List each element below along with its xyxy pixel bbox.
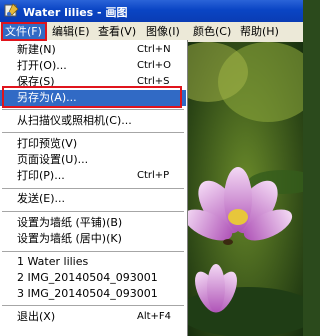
paint-app-icon[interactable]	[4, 3, 19, 18]
menu-item-open[interactable]: 打开(O)... Ctrl+O	[0, 58, 186, 74]
menu-item-from-scanner[interactable]: 从扫描仪或照相机(C)...	[0, 113, 186, 129]
menu-item-save-as[interactable]: 另存为(A)...	[0, 90, 186, 106]
menu-edit[interactable]: 编辑(E)	[48, 24, 94, 40]
menu-separator	[2, 251, 184, 252]
menu-item-recent-3[interactable]: 3 IMG_20140504_093001	[0, 286, 186, 302]
menu-item-exit[interactable]: 退出(X) Alt+F4	[0, 309, 186, 325]
menu-item-wallpaper-centered[interactable]: 设置为墙纸 (居中)(K)	[0, 231, 186, 247]
menu-separator	[2, 109, 184, 110]
file-menu-dropdown: 新建(N) Ctrl+N 打开(O)... Ctrl+O 保存(S) Ctrl+…	[0, 40, 188, 336]
menu-item-send[interactable]: 发送(E)...	[0, 191, 186, 207]
window-title: Water lilies - 画图	[23, 6, 128, 19]
menu-item-save[interactable]: 保存(S) Ctrl+S	[0, 74, 186, 90]
menu-separator	[2, 132, 184, 133]
menu-item-print-preview[interactable]: 打印预览(V)	[0, 136, 186, 152]
menu-item-print[interactable]: 打印(P)... Ctrl+P	[0, 168, 186, 184]
menu-separator	[2, 305, 184, 306]
menu-help[interactable]: 帮助(H)	[236, 24, 283, 40]
menu-item-page-setup[interactable]: 页面设置(U)...	[0, 152, 186, 168]
menu-item-recent-1[interactable]: 1 Water lilies	[0, 254, 186, 270]
menu-separator	[2, 188, 184, 189]
menu-item-new[interactable]: 新建(N) Ctrl+N	[0, 42, 186, 58]
water-lilies-image	[188, 42, 303, 336]
menu-item-wallpaper-tiled[interactable]: 设置为墙纸 (平铺)(B)	[0, 215, 186, 231]
menu-colors[interactable]: 颜色(C)	[189, 24, 235, 40]
title-bar: Water lilies - 画图	[0, 0, 303, 22]
menu-image[interactable]: 图像(I)	[142, 24, 184, 40]
menu-item-recent-2[interactable]: 2 IMG_20140504_093001	[0, 270, 186, 286]
menu-file[interactable]: 文件(F)	[1, 24, 46, 40]
menu-view[interactable]: 查看(V)	[94, 24, 140, 40]
menu-separator	[2, 211, 184, 212]
